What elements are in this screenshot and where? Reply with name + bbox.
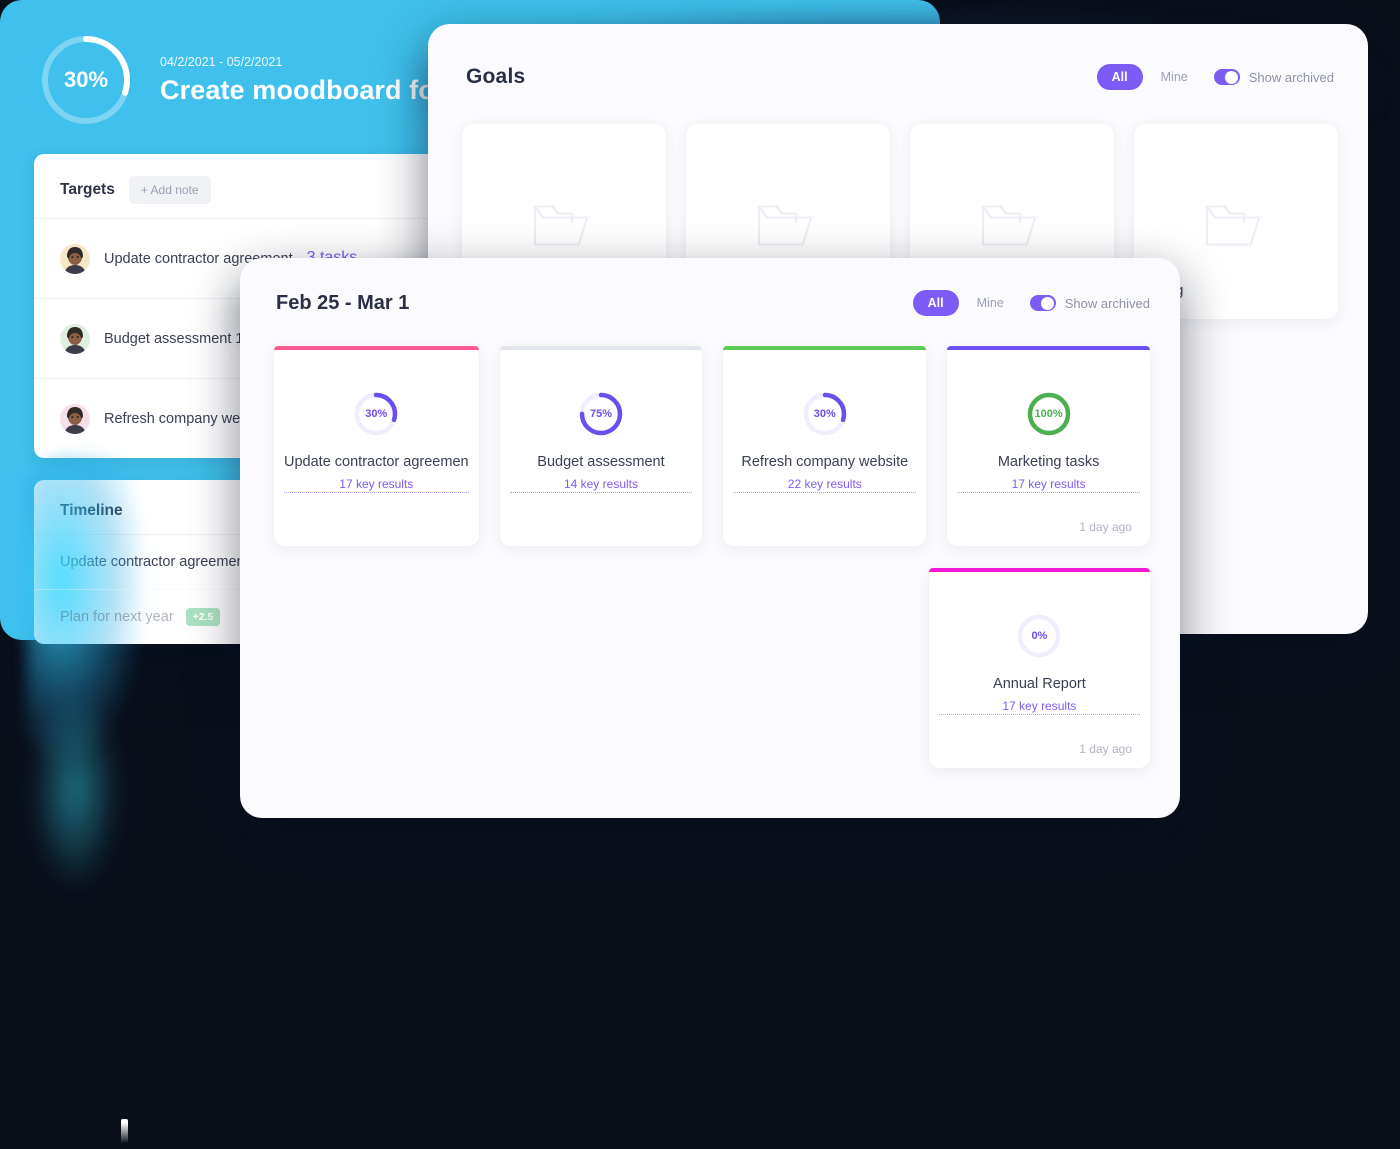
target-name: Budget assessment 1 — [104, 330, 244, 347]
key-results-link[interactable]: 17 key results — [957, 477, 1141, 493]
week-range-title: Feb 25 - Mar 1 — [276, 291, 410, 314]
timeline-title: Timeline — [60, 502, 123, 519]
timeline-name: Update contractor agreement — [60, 554, 249, 570]
goal-name: Marketing tasks — [997, 454, 1100, 470]
key-results-link[interactable]: 17 key results — [284, 477, 469, 493]
goal-card[interactable]: 30% Update contractor agreemen 17 key resu… — [274, 346, 479, 546]
filter-mine-button[interactable]: Mine — [975, 290, 1006, 316]
goal-card-grid-lower: 0% Annual Report 17 key results 1 day ago — [240, 546, 1180, 768]
progress-value: 100% — [1034, 408, 1063, 420]
glow-cyan-bottom — [30, 690, 120, 890]
timeline-name: Plan for next year — [60, 609, 174, 625]
score-badge: +2.5 — [185, 608, 221, 626]
avatar — [60, 323, 90, 354]
goal-name: Update contractor agreemen — [284, 454, 469, 470]
progress-ring: 100% — [1025, 390, 1073, 438]
progress-value: 75% — [589, 408, 612, 420]
show-archived-label: Show archived — [1248, 69, 1334, 85]
key-results-link[interactable]: 17 key results — [938, 699, 1140, 715]
goals-filters: All Mine Show archived — [1096, 64, 1334, 90]
avatar — [60, 243, 90, 274]
screenshot-stage: Goals All Mine Show archived cing Feb 25… — [0, 0, 1400, 1149]
week-panel: Feb 25 - Mar 1 All Mine Show archived 30… — [240, 258, 1180, 818]
targets-title: Targets — [60, 181, 115, 198]
folder-icon — [1203, 195, 1269, 256]
progress-value: 30% — [365, 408, 388, 420]
key-results-link[interactable]: 14 key results — [509, 477, 693, 493]
goal-name: Annual Report — [993, 676, 1086, 692]
bottom-fade — [0, 1123, 1400, 1149]
goal-card[interactable]: 100% Marketing tasks 17 key results 1 day a… — [947, 346, 1151, 546]
progress-ring: 75% — [577, 390, 625, 438]
progress-value: 0% — [1031, 630, 1048, 642]
page-title: Goals — [466, 65, 526, 88]
folder-icon — [979, 195, 1045, 256]
bottom-tick — [121, 1119, 128, 1149]
show-archived-label: Show archived — [1064, 295, 1150, 311]
add-note-button[interactable]: + Add note — [128, 176, 211, 204]
updated-ago: 1 day ago — [1079, 742, 1132, 756]
goal-name: Refresh company website — [741, 454, 909, 470]
filter-mine-button[interactable]: Mine — [1159, 64, 1190, 90]
week-filters: All Mine Show archived — [912, 290, 1150, 316]
filter-all-button[interactable]: All — [1096, 64, 1143, 90]
avatar — [60, 403, 90, 434]
progress-ring: 30% — [352, 390, 400, 438]
progress-ring: 30% — [801, 390, 849, 438]
goal-card[interactable]: 30% Refresh company website 22 key results — [723, 346, 927, 546]
progress-value: 30% — [813, 408, 836, 420]
filter-all-button[interactable]: All — [912, 290, 959, 316]
detail-progress-ring: 30% — [38, 32, 134, 128]
updated-ago: 1 day ago — [1079, 520, 1133, 534]
show-archived-toggle[interactable]: Show archived — [1213, 69, 1334, 85]
folder-icon — [531, 195, 597, 256]
detail-progress-value: 30% — [63, 67, 109, 92]
toggle-switch[interactable] — [1029, 295, 1056, 311]
toggle-switch[interactable] — [1213, 69, 1240, 85]
goal-card[interactable]: 75% Budget assessment 14 key results — [499, 346, 703, 546]
goal-card[interactable]: 0% Annual Report 17 key results 1 day ago — [928, 568, 1151, 768]
show-archived-toggle[interactable]: Show archived — [1029, 295, 1150, 311]
folder-icon — [755, 195, 821, 256]
week-header: Feb 25 - Mar 1 All Mine Show archived — [240, 258, 1180, 316]
timeline-left: Plan for next year +2.5 — [60, 608, 221, 626]
progress-ring: 0% — [1015, 612, 1063, 660]
goals-header: Goals All Mine Show archived — [428, 24, 1368, 90]
key-results-link[interactable]: 22 key results — [733, 477, 917, 493]
goal-card-grid: 30% Update contractor agreemen 17 key resu… — [240, 316, 1180, 546]
goal-name: Budget assessment — [537, 454, 665, 470]
